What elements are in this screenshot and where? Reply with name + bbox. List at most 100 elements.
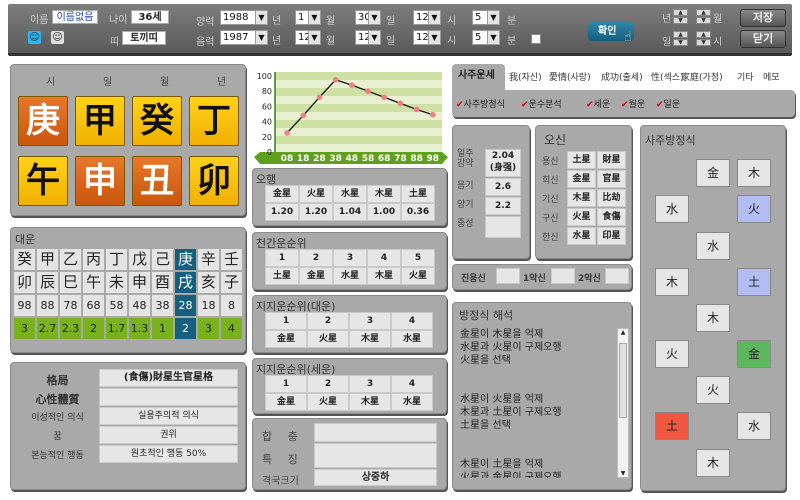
daewoon-branche[interactable]: 午 [83, 272, 104, 293]
year-up-button[interactable]: ▲ [673, 9, 688, 16]
daewoon-age[interactable]: 18 [198, 295, 219, 316]
lunar-day-select[interactable]: 12 ▼ [355, 30, 381, 45]
pillar-branch[interactable]: 丑 [132, 156, 182, 206]
equation-element-box[interactable]: 火 [696, 376, 730, 404]
daewoon-score[interactable]: 3 [14, 318, 35, 339]
equation-element-box[interactable]: 土 [737, 268, 771, 296]
pillar-stem[interactable]: 癸 [132, 96, 182, 146]
daewoon-stem[interactable]: 戊 [129, 249, 150, 270]
chevron-down-icon[interactable]: ▼ [308, 31, 320, 44]
equation-element-box[interactable]: 火 [655, 340, 689, 368]
daewoon-stem[interactable]: 癸 [14, 249, 35, 270]
pillar-stem[interactable]: 甲 [75, 96, 125, 146]
equation-element-box[interactable]: 水 [696, 232, 730, 260]
check-option[interactable]: ✔세운 [586, 97, 610, 110]
daewoon-branche[interactable]: 巳 [60, 272, 81, 293]
solar-day-select[interactable]: 30 ▼ [355, 10, 381, 25]
check-option[interactable]: ✔사주방정식 [456, 97, 505, 110]
daewoon-score[interactable]: 2 [175, 318, 196, 339]
daewoon-score[interactable]: 2.3 [60, 318, 81, 339]
daewoon-stem[interactable]: 丙 [83, 249, 104, 270]
equation-element-box[interactable]: 金 [737, 340, 771, 368]
close-button[interactable]: 닫기 [740, 30, 786, 48]
lunar-hour-select[interactable]: 12 ▼ [413, 30, 441, 45]
scrollbar[interactable]: ▲ ▼ [617, 328, 629, 478]
solar-hour-select[interactable]: 12 ▼ [413, 10, 441, 25]
daewoon-stem[interactable]: 乙 [60, 249, 81, 270]
daewoon-age[interactable]: 28 [175, 295, 196, 316]
chevron-down-icon[interactable]: ▼ [428, 31, 440, 44]
equation-element-box[interactable]: 水 [655, 195, 689, 223]
daewoon-age[interactable]: 78 [60, 295, 81, 316]
scroll-down-icon[interactable]: ▼ [618, 470, 628, 477]
equation-element-box[interactable]: 木 [696, 304, 730, 332]
scroll-thumb[interactable] [619, 343, 627, 418]
tab-3[interactable]: 成功(출세) [601, 70, 643, 83]
daewoon-branche[interactable]: 辰 [37, 272, 58, 293]
daewoon-age[interactable]: 88 [37, 295, 58, 316]
equation-element-box[interactable]: 金 [696, 159, 730, 187]
daewoon-stem[interactable]: 丁 [106, 249, 127, 270]
chevron-down-icon[interactable]: ▼ [487, 11, 499, 24]
equation-element-box[interactable]: 木 [655, 268, 689, 296]
daewoon-score[interactable]: 4 [221, 318, 242, 339]
tab-5[interactable]: 家庭(가정) [681, 70, 723, 83]
chevron-down-icon[interactable]: ▼ [255, 31, 267, 44]
solar-month-select[interactable]: 1 ▼ [295, 10, 321, 25]
tab-0[interactable]: 사주운세 [452, 64, 505, 91]
daewoon-score[interactable]: 2.7 [37, 318, 58, 339]
check-option[interactable]: ✔월운 [621, 97, 645, 110]
year-down-button[interactable]: ▼ [673, 17, 688, 24]
daewoon-age[interactable]: 98 [14, 295, 35, 316]
equation-element-box[interactable]: 木 [696, 449, 730, 477]
daewoon-score[interactable]: 1.3 [129, 318, 150, 339]
lunar-month-select[interactable]: 12 ▼ [295, 30, 321, 45]
pillar-stem[interactable]: 庚 [18, 96, 68, 146]
equation-element-box[interactable]: 土 [655, 412, 689, 440]
daewoon-stem[interactable]: 甲 [37, 249, 58, 270]
month-up-button[interactable]: ▲ [696, 9, 711, 16]
lunar-minute-select[interactable]: 5 ▼ [472, 30, 500, 45]
name-input[interactable]: 이름없음 [52, 10, 98, 24]
daewoon-age[interactable]: 58 [106, 295, 127, 316]
daewoon-age[interactable]: 48 [129, 295, 150, 316]
daewoon-score[interactable]: 3 [198, 318, 219, 339]
equation-element-box[interactable]: 火 [737, 195, 771, 223]
leap-month-checkbox[interactable] [531, 34, 541, 44]
tab-7[interactable]: 메모 [763, 70, 780, 83]
chevron-down-icon[interactable]: ▼ [308, 11, 320, 24]
solar-minute-select[interactable]: 5 ▼ [472, 10, 500, 25]
daewoon-branche[interactable]: 戌 [175, 272, 196, 293]
tab-2[interactable]: 愛情(사랑) [549, 70, 591, 83]
daewoon-age[interactable]: 8 [221, 295, 242, 316]
daewoon-branche[interactable]: 未 [106, 272, 127, 293]
daewoon-score[interactable]: 1.7 [106, 318, 127, 339]
daewoon-stem[interactable]: 庚 [175, 249, 196, 270]
pillar-stem[interactable]: 丁 [189, 96, 239, 146]
hour-down-button[interactable]: ▼ [696, 39, 711, 46]
lunar-year-select[interactable]: 1987 ▼ [220, 30, 268, 45]
equation-element-box[interactable]: 水 [737, 412, 771, 440]
save-button[interactable]: 저장 [740, 9, 786, 27]
equation-element-box[interactable]: 木 [737, 159, 771, 187]
check-option[interactable]: ✔운수분석 [521, 97, 562, 110]
daewoon-branche[interactable]: 子 [221, 272, 242, 293]
pillar-branch[interactable]: 午 [18, 156, 68, 206]
female-avatar-icon[interactable]: ☺ [28, 31, 41, 44]
daewoon-stem[interactable]: 己 [152, 249, 173, 270]
daewoon-age[interactable]: 38 [152, 295, 173, 316]
pillar-branch[interactable]: 卯 [189, 156, 239, 206]
chevron-down-icon[interactable]: ▼ [487, 31, 499, 44]
daewoon-stem[interactable]: 壬 [221, 249, 242, 270]
solar-year-select[interactable]: 1988 ▼ [220, 10, 268, 25]
male-avatar-icon[interactable]: ☺ [51, 31, 64, 44]
daewoon-branche[interactable]: 亥 [198, 272, 219, 293]
scroll-up-icon[interactable]: ▲ [618, 329, 628, 336]
hour-up-button[interactable]: ▲ [696, 31, 711, 38]
chevron-down-icon[interactable]: ▼ [368, 31, 380, 44]
tab-4[interactable]: 性(섹스) [651, 70, 684, 83]
daewoon-age[interactable]: 68 [83, 295, 104, 316]
day-down-button[interactable]: ▼ [673, 39, 688, 46]
daewoon-score[interactable]: 1 [152, 318, 173, 339]
chevron-down-icon[interactable]: ▼ [255, 11, 267, 24]
